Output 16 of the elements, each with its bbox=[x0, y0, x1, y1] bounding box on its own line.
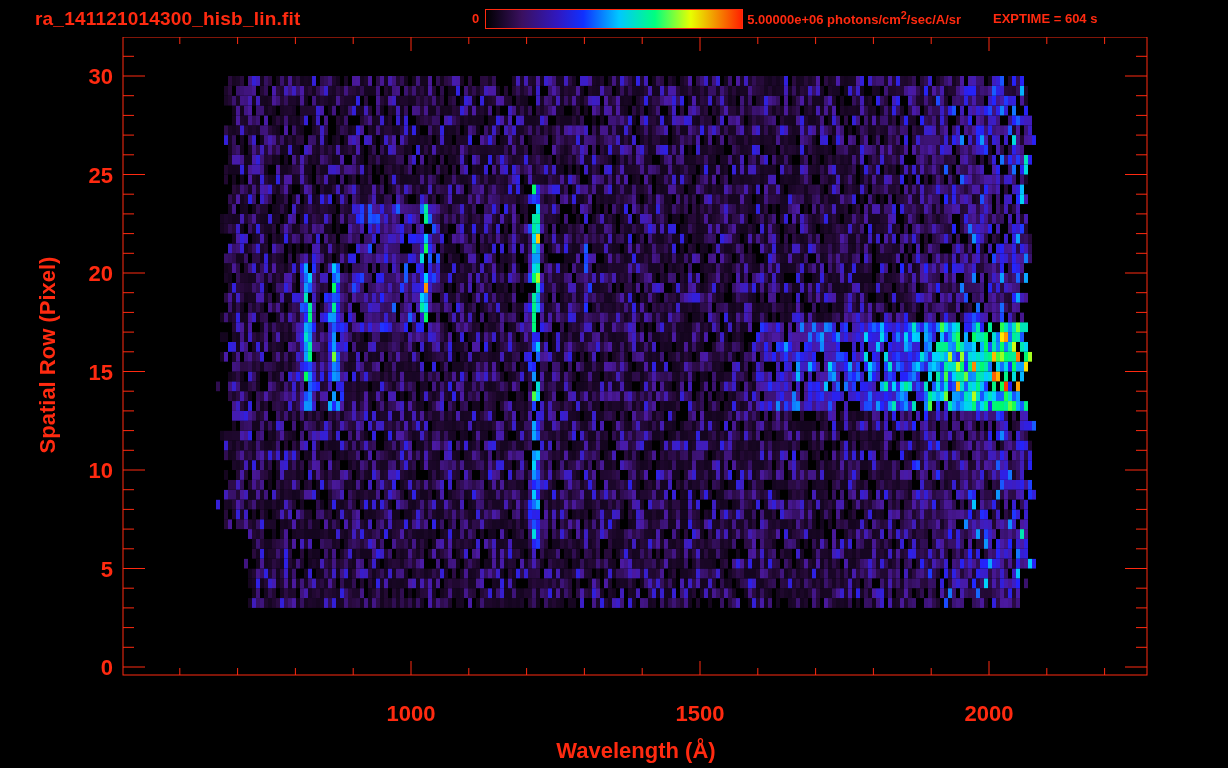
tick-label: 5 bbox=[100, 556, 113, 582]
tick-label: 10 bbox=[88, 458, 113, 483]
file-title: ra_141121014300_hisb_lin.fit bbox=[35, 7, 301, 30]
tick-label: 1000 bbox=[386, 701, 436, 726]
colorbar-min-label: 0 bbox=[472, 11, 480, 26]
tick-label: 20 bbox=[88, 261, 113, 286]
tick-label: 2000 bbox=[964, 701, 1014, 726]
tick-label: 25 bbox=[88, 162, 113, 188]
x-axis-title: Wavelength (Å) bbox=[556, 738, 716, 763]
exposure-time: EXPTIME = 604 s bbox=[993, 11, 1098, 26]
tick-label: 30 bbox=[88, 64, 113, 89]
colorbar-max-label: 5.00000e+06 photons/cm$^{2}$/sec/A/sr bbox=[747, 9, 962, 28]
y-axis-title: Spatial Row (Pixel) bbox=[35, 256, 60, 454]
tick-label: 15 bbox=[88, 359, 113, 385]
tick-label: 0 bbox=[100, 655, 113, 680]
tick-label: 1500 bbox=[675, 701, 725, 726]
